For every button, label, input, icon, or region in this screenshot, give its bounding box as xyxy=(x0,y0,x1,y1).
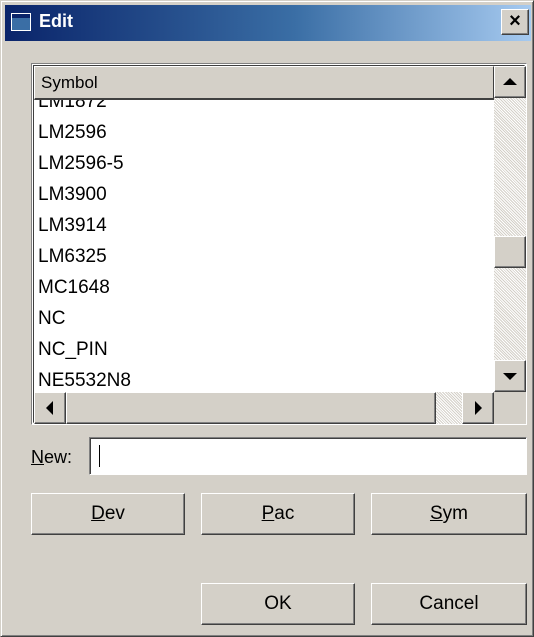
list-item[interactable]: LM3900 xyxy=(38,179,107,210)
close-button[interactable]: × xyxy=(501,9,529,35)
list-item[interactable]: NC_PIN xyxy=(38,334,108,365)
list-inner: Symbol LM1872 LM2596 LM2596-5 LM3900 LM3… xyxy=(33,65,526,424)
list-item[interactable]: LM6325 xyxy=(38,241,107,272)
sym-button[interactable]: Sym xyxy=(371,493,527,535)
scroll-down-button[interactable] xyxy=(494,360,526,392)
scroll-left-button[interactable] xyxy=(34,392,66,424)
pac-button[interactable]: Pac xyxy=(201,493,355,535)
list-item[interactable]: LM2596 xyxy=(38,117,107,148)
list-item[interactable]: NE5532N8 xyxy=(38,365,131,390)
dev-button[interactable]: Dev xyxy=(31,493,185,535)
arrow-left-icon xyxy=(46,401,53,415)
list-rows: LM1872 LM2596 LM2596-5 LM3900 LM3914 LM6… xyxy=(34,100,494,390)
scroll-right-button[interactable] xyxy=(462,392,494,424)
cancel-button[interactable]: Cancel xyxy=(371,583,527,625)
title-bar: Edit × xyxy=(5,5,531,41)
horizontal-scrollbar[interactable] xyxy=(34,392,494,424)
arrow-right-icon xyxy=(475,401,482,415)
scroll-up-button[interactable] xyxy=(494,66,526,98)
window-title: Edit xyxy=(39,11,73,31)
list-item[interactable]: LM2596-5 xyxy=(38,148,124,179)
horizontal-scroll-thumb[interactable] xyxy=(66,392,436,424)
close-icon: × xyxy=(509,10,521,32)
text-caret xyxy=(99,445,100,467)
new-symbol-input[interactable] xyxy=(89,437,527,475)
scrollbar-corner xyxy=(494,392,526,424)
arrow-down-icon xyxy=(503,373,517,380)
arrow-up-icon xyxy=(503,78,517,85)
column-header-symbol[interactable]: Symbol xyxy=(34,66,494,100)
list-item[interactable]: MC1648 xyxy=(38,272,110,303)
list-item[interactable]: LM1872 xyxy=(38,100,107,117)
vertical-scroll-thumb[interactable] xyxy=(494,236,526,268)
vertical-scrollbar[interactable] xyxy=(494,66,526,392)
edit-dialog: Edit × Symbol LM1872 LM2596 LM2596-5 LM3… xyxy=(0,0,534,637)
new-label: New: xyxy=(31,447,73,467)
ok-button[interactable]: OK xyxy=(201,583,355,625)
list-item[interactable]: NC xyxy=(38,303,65,334)
window-icon xyxy=(11,13,31,31)
list-item[interactable]: LM3914 xyxy=(38,210,107,241)
symbol-list[interactable]: Symbol LM1872 LM2596 LM2596-5 LM3900 LM3… xyxy=(31,63,527,425)
